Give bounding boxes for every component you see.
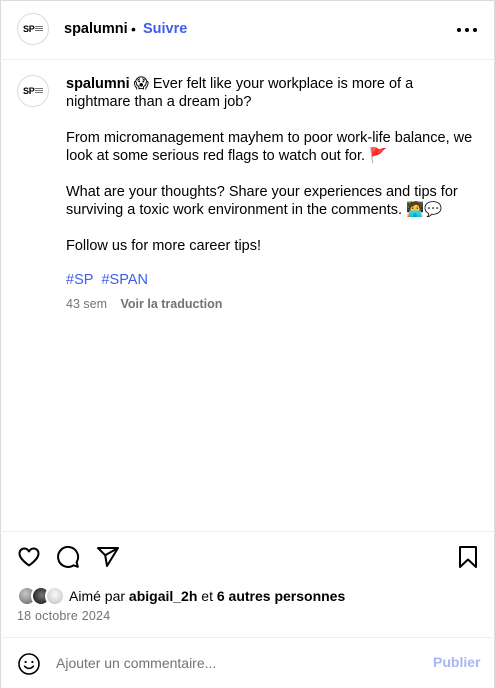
caption-paragraph-3: What are your thoughts? Share your exper…	[66, 183, 476, 219]
likes-connector: et	[201, 588, 213, 604]
avatar[interactable]: SP	[17, 13, 49, 45]
red-flag-emoji: 🚩	[369, 148, 388, 164]
hashtag-link[interactable]: #SPAN	[101, 272, 147, 288]
more-options-icon[interactable]	[456, 20, 478, 40]
other-likers-link[interactable]: 6 autres personnes	[217, 588, 345, 604]
see-translation-button[interactable]: Voir la traduction	[120, 297, 222, 311]
liker-username[interactable]: abigail_2h	[129, 588, 197, 604]
technologist-speech-emoji: 🧑‍💻💬	[406, 202, 443, 218]
screaming-face-emoji: 😱	[133, 76, 149, 92]
emoji-icon[interactable]	[17, 652, 41, 681]
comment-icon[interactable]	[56, 545, 80, 569]
caption-text-2: From micromanagement mayhem to poor work…	[66, 130, 473, 164]
caption-avatar[interactable]: SP	[17, 75, 49, 107]
likes-summary: Aimé par abigail_2h et 6 autres personne…	[17, 586, 477, 608]
header-username[interactable]: spalumni	[64, 21, 128, 37]
avatar-logo-lines	[35, 26, 43, 32]
publish-button[interactable]: Publier	[433, 654, 480, 670]
caption-line-1: spalumni 😱 Ever felt like your workplace…	[66, 75, 476, 111]
caption-text-4: Follow us for more career tips!	[66, 238, 262, 254]
liker-avatar[interactable]	[45, 586, 65, 606]
avatar-logo-lines	[35, 88, 43, 94]
likes-prefix: Aimé par	[69, 588, 126, 604]
share-icon[interactable]	[96, 545, 120, 569]
post-header: SP spalumni • Suivre	[0, 0, 495, 60]
caption-paragraph-4: Follow us for more career tips!	[66, 237, 476, 255]
hashtag-link[interactable]: #SP	[66, 272, 93, 288]
hashtags: #SP #SPAN	[66, 272, 152, 288]
post-caption: spalumni 😱 Ever felt like your workplace…	[66, 75, 476, 273]
post-time[interactable]: 43 sem	[66, 297, 107, 311]
likes-text: Aimé par abigail_2h et 6 autres personne…	[69, 588, 345, 604]
caption-paragraph-2: From micromanagement mayhem to poor work…	[66, 129, 476, 165]
avatar-logo-text: SP	[23, 24, 35, 34]
follow-button[interactable]: Suivre	[143, 21, 187, 37]
post-date[interactable]: 18 octobre 2024	[17, 609, 110, 623]
heart-icon[interactable]	[17, 545, 41, 569]
avatar-logo-text: SP	[23, 86, 35, 96]
caption-meta: 43 sem Voir la traduction	[66, 297, 222, 311]
separator-dot: •	[131, 21, 136, 37]
comment-input[interactable]	[56, 652, 416, 674]
bookmark-icon[interactable]	[457, 545, 479, 569]
caption-username[interactable]: spalumni	[66, 76, 130, 92]
caption-text-3: What are your thoughts? Share your exper…	[66, 184, 458, 218]
